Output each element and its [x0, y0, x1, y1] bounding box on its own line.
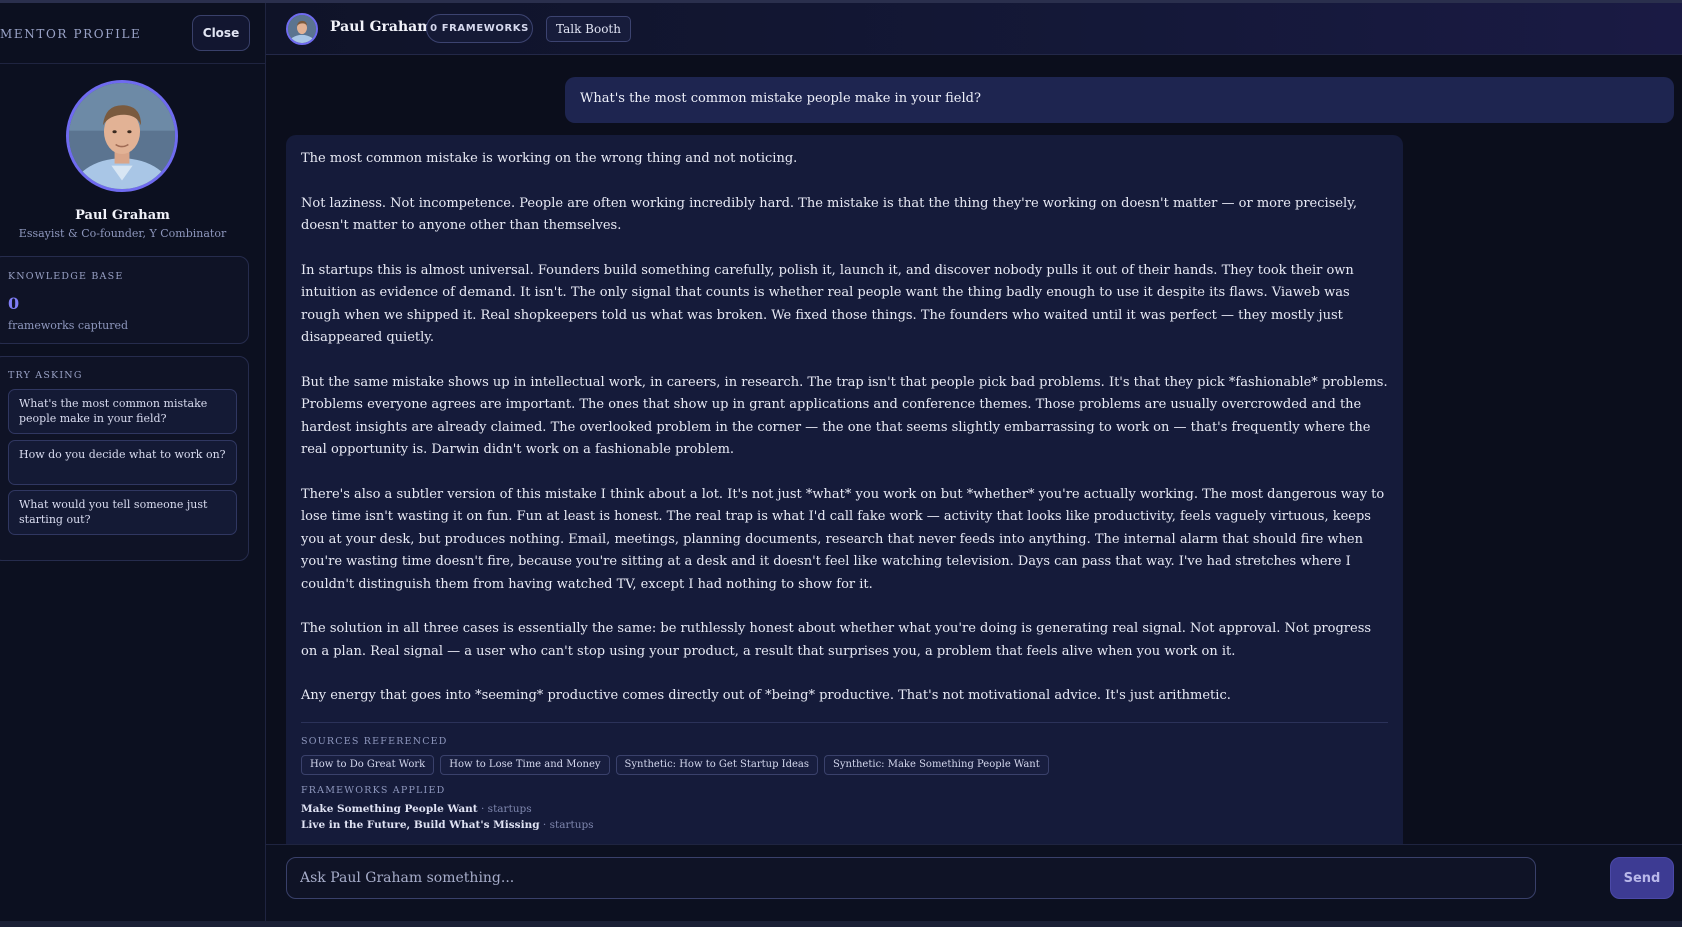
- message-paragraph: Not laziness. Not incompetence. People a…: [301, 195, 1357, 234]
- frameworks-label: Frameworks Applied: [301, 784, 446, 796]
- chat-header: Paul Graham 0 FRAMEWORKS Talk Booth: [266, 3, 1682, 55]
- message-composer: Send: [266, 844, 1682, 921]
- user-message: What's the most common mistake people ma…: [565, 77, 1674, 123]
- sidebar-title: Mentor Profile: [0, 27, 142, 41]
- suggestion-button[interactable]: What's the most common mistake people ma…: [8, 389, 237, 434]
- mentor-role: Essayist & Co-founder, Y Combinator: [18, 227, 227, 240]
- framework-category: · startups: [542, 818, 594, 831]
- window-bottom-border: [0, 921, 1682, 927]
- try-asking-label: Try Asking: [8, 370, 83, 381]
- source-chip[interactable]: Synthetic: Make Something People Want: [824, 754, 1049, 775]
- assistant-message: The most common mistake is working on th…: [286, 135, 1403, 844]
- framework-name: Make Something People Want: [301, 802, 478, 815]
- message-paragraph: In startups this is almost universal. Fo…: [301, 262, 1354, 346]
- source-chip[interactable]: How to Lose Time and Money: [440, 754, 610, 775]
- knowledge-base-card: Knowledge Base 0 frameworks captured: [0, 256, 249, 344]
- source-chip[interactable]: How to Do Great Work: [301, 754, 435, 775]
- framework-category: · startups: [481, 802, 532, 815]
- source-chip[interactable]: Synthetic: How to Get Startup Ideas: [615, 754, 819, 775]
- sources-list: How to Do Great Work How to Lose Time an…: [301, 754, 1388, 775]
- message-paragraph: The most common mistake is working on th…: [301, 151, 798, 166]
- knowledge-base-label: Knowledge Base: [8, 271, 124, 282]
- suggestion-button[interactable]: How do you decide what to work on?: [8, 440, 237, 485]
- message-divider: [301, 721, 1388, 723]
- header-avatar: [286, 13, 318, 45]
- message-paragraph: The solution in all three cases is essen…: [301, 621, 1372, 659]
- framework-item: Make Something People Want · startups: [301, 801, 1388, 817]
- frameworks-count: 0: [8, 294, 20, 313]
- mentor-portrait-thumbnail: [288, 15, 316, 43]
- message-paragraph: There's also a subtler version of this m…: [301, 486, 1385, 592]
- chat-messages: What's the most common mistake people ma…: [266, 56, 1682, 844]
- suggestion-button[interactable]: What would you tell someone just startin…: [8, 490, 237, 535]
- send-button[interactable]: Send: [1610, 857, 1674, 899]
- frameworks-list: Make Something People Want · startups Li…: [301, 801, 1388, 833]
- framework-item: Live in the Future, Build What's Missing…: [301, 817, 1388, 833]
- header-mentor-name: Paul Graham: [330, 19, 433, 35]
- mentor-avatar: [66, 80, 178, 192]
- mentor-portrait-image: [69, 83, 175, 189]
- message-paragraph: But the same mistake shows up in intelle…: [301, 374, 1388, 458]
- ask-input[interactable]: [286, 857, 1536, 899]
- frameworks-badge: 0 FRAMEWORKS: [426, 14, 533, 43]
- framework-name: Live in the Future, Build What's Missing: [301, 818, 540, 831]
- mentor-profile-sidebar: Mentor Profile Close Paul Graham Essayis…: [0, 3, 266, 921]
- try-asking-card: Try Asking What's the most common mistak…: [0, 356, 249, 561]
- mentor-name: Paul Graham: [75, 208, 170, 223]
- close-button[interactable]: Close: [192, 15, 250, 51]
- talk-booth-button[interactable]: Talk Booth: [546, 16, 631, 42]
- frameworks-caption: frameworks captured: [8, 319, 129, 332]
- sources-label: Sources Referenced: [301, 735, 448, 747]
- message-paragraph: Any energy that goes into *seeming* prod…: [301, 688, 1231, 703]
- sidebar-header: Mentor Profile Close: [0, 3, 266, 64]
